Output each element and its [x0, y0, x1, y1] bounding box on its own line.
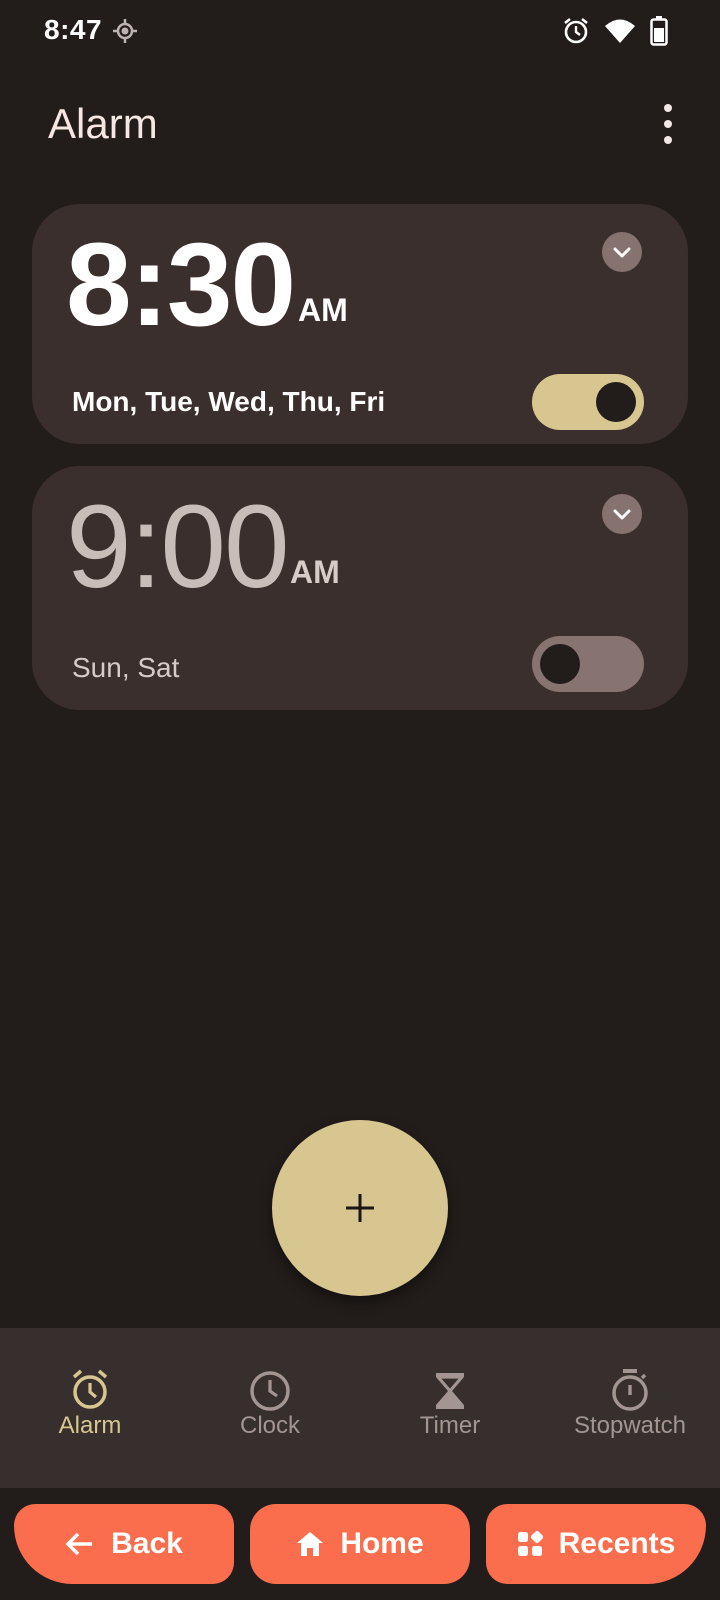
- nav-label: Clock: [239, 1412, 300, 1439]
- back-button[interactable]: Back: [14, 1504, 234, 1584]
- chevron-down-icon: [613, 247, 631, 258]
- chevron-down-icon: [613, 509, 631, 520]
- expand-button[interactable]: [602, 494, 642, 534]
- plus-icon: [346, 1194, 374, 1222]
- alarm-ampm: AM: [290, 554, 340, 590]
- alarm-time[interactable]: 8:30: [66, 226, 296, 344]
- status-icons: [562, 16, 668, 51]
- toggle-knob: [540, 644, 580, 684]
- nav-label: Stopwatch: [573, 1412, 687, 1439]
- add-alarm-button[interactable]: [272, 1120, 448, 1296]
- home-icon: [297, 1532, 324, 1556]
- expand-button[interactable]: [602, 232, 642, 272]
- alarm-time[interactable]: 9:00: [66, 488, 290, 606]
- battery-icon: [650, 16, 668, 51]
- alarm-card[interactable]: 8:30 AM Mon, Tue, Wed, Thu, Fri: [32, 204, 688, 444]
- toggle-knob: [596, 382, 636, 422]
- alarm-card[interactable]: 9:00 AM Sun, Sat: [32, 466, 688, 710]
- recents-label: Recents: [558, 1527, 676, 1560]
- alarm-toggle[interactable]: [532, 374, 644, 430]
- hourglass-icon: [428, 1368, 472, 1412]
- status-time: 8:47: [44, 14, 103, 45]
- alarm-days: Mon, Tue, Wed, Thu, Fri: [72, 386, 386, 417]
- nav-label: Alarm: [58, 1412, 122, 1439]
- home-button[interactable]: Home: [250, 1504, 470, 1584]
- wifi-icon: [604, 17, 636, 50]
- alarm-icon: [68, 1368, 112, 1412]
- nav-item-stopwatch[interactable]: Stopwatch: [540, 1368, 720, 1440]
- page-title: Alarm: [48, 100, 158, 147]
- alarm-ampm: AM: [298, 292, 348, 328]
- nav-item-timer[interactable]: Timer: [360, 1368, 540, 1440]
- alarm-toggle[interactable]: [532, 636, 644, 692]
- more-vert-icon[interactable]: [654, 104, 682, 144]
- clock-icon: [248, 1368, 292, 1412]
- system-nav: Back Home Recents: [0, 1488, 720, 1600]
- status-bar: 8:47: [0, 0, 720, 62]
- recents-button[interactable]: Recents: [486, 1504, 706, 1584]
- back-label: Back: [111, 1527, 183, 1560]
- nav-label: Timer: [419, 1412, 481, 1439]
- location-icon: [112, 18, 138, 44]
- nav-item-clock[interactable]: Clock: [180, 1368, 360, 1440]
- alarm-days: Sun, Sat: [72, 652, 180, 683]
- alarm-icon: [562, 17, 590, 50]
- arrow-left-icon: [65, 1532, 93, 1556]
- home-label: Home: [340, 1527, 424, 1560]
- recents-icon: [517, 1531, 543, 1556]
- bottom-nav: Alarm Clock Timer Stopwatch: [0, 1328, 720, 1488]
- nav-item-alarm[interactable]: Alarm: [0, 1368, 180, 1440]
- stopwatch-icon: [608, 1368, 652, 1412]
